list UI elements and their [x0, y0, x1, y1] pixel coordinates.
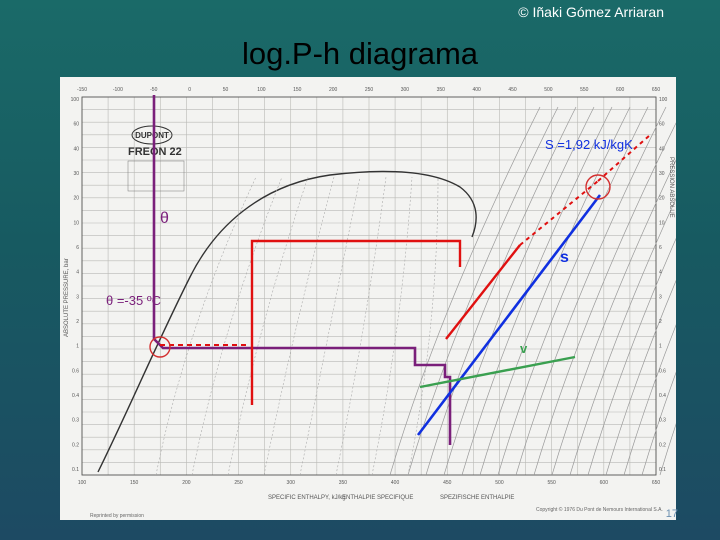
- top-tick-label: 350: [437, 87, 446, 93]
- right-tick-label: 0.2: [659, 442, 666, 448]
- footer-left: Reprinted by permission: [90, 513, 144, 519]
- top-tick-label: 300: [401, 87, 410, 93]
- top-tick-label: -150: [77, 87, 87, 93]
- right-tick-label: 0.4: [659, 393, 666, 399]
- bottom-tick-label: 150: [130, 480, 139, 486]
- right-tick-label: 30: [659, 171, 665, 177]
- left-tick-label: 0.2: [72, 442, 79, 448]
- top-tick-label: 450: [508, 87, 517, 93]
- theta-value-label: θ =-35 ºC: [106, 293, 161, 308]
- bottom-tick-label: 200: [182, 480, 191, 486]
- top-tick-label: 150: [293, 87, 302, 93]
- s-label: s: [560, 249, 569, 266]
- bottom-tick-label: 300: [287, 480, 296, 486]
- right-tick-label: 3: [659, 294, 662, 300]
- bottom-axis-label-mid: ENTHALPIE SPECIFIQUE: [342, 495, 413, 501]
- top-tick-label: 550: [580, 87, 589, 93]
- bottom-tick-label: 350: [339, 480, 348, 486]
- left-tick-label: 40: [73, 146, 79, 152]
- top-tick-label: 0: [188, 87, 191, 93]
- quality-lines: [155, 176, 439, 476]
- right-tick-label: 2: [659, 319, 662, 325]
- top-tick-label: 600: [616, 87, 625, 93]
- right-axis-label: PRESSION ABSOLUE: [668, 157, 674, 218]
- right-tick-label: 60: [659, 122, 665, 128]
- top-tick-label: -100: [113, 87, 123, 93]
- left-tick-label: 10: [73, 220, 79, 226]
- slide-number: 17: [665, 508, 678, 520]
- right-tick-label: 0.3: [659, 418, 666, 424]
- left-tick-label: 0.4: [72, 393, 79, 399]
- right-tick-label: 1: [659, 344, 662, 350]
- bottom-axis-ticks: 100 150 200 250 300 350 400 450 500 550 600 650: [78, 480, 661, 486]
- left-tick-label: 20: [73, 196, 79, 202]
- right-tick-label: 6: [659, 245, 662, 251]
- page-title: log.P-h diagrama: [241, 36, 479, 71]
- left-tick-label: 0.3: [72, 418, 79, 424]
- right-tick-label: 0.1: [659, 467, 666, 473]
- red-cycle-solid: [250, 239, 462, 405]
- top-tick-label: 500: [544, 87, 553, 93]
- left-axis-label: ABSOLUTE PRESSURE, bar: [64, 258, 70, 337]
- theta-label: θ: [160, 210, 169, 227]
- left-tick-label: 100: [71, 97, 80, 103]
- right-tick-label: 20: [659, 196, 665, 202]
- ph-diagram-svg: DUPONT FREON 22 ABSOLUTE PRESSURE, bar P…: [64, 87, 720, 519]
- bottom-axis-label-left: SPECIFIC ENTHALPY, kJ/kg: [268, 495, 346, 501]
- copyright-text: © Iñaki Gómez Arriaran: [518, 4, 664, 20]
- left-tick-label: 60: [73, 122, 79, 128]
- left-tick-label: 0.6: [72, 368, 79, 374]
- isentrope-lines: [389, 106, 720, 476]
- right-tick-label: 0.6: [659, 368, 666, 374]
- bottom-tick-label: 450: [443, 480, 452, 486]
- v-label: v: [520, 341, 528, 356]
- footer-right: Copyright © 1976 Du Pont de Nemours Inte…: [536, 506, 663, 513]
- top-tick-label: 100: [257, 87, 266, 93]
- left-axis-ticks: 100 60 40 30 20 10 6 4 3 2 1 0.6 0.4 0.3 0.2 0.1: [71, 97, 80, 473]
- right-tick-label: 4: [659, 270, 662, 276]
- bottom-tick-label: 500: [495, 480, 504, 486]
- bottom-tick-label: 250: [234, 480, 243, 486]
- top-tick-label: 50: [223, 87, 229, 93]
- right-tick-label: 100: [659, 97, 668, 103]
- left-tick-label: 4: [76, 270, 79, 276]
- svg-text:DUPONT: DUPONT: [135, 131, 169, 140]
- left-tick-label: 3: [76, 294, 79, 300]
- red-cycle-diagonal: [445, 244, 521, 340]
- entropy-value-label: S =1,92 kJ/kgK: [545, 137, 633, 152]
- left-tick-label: 1: [76, 344, 79, 350]
- top-tick-label: 650: [652, 87, 661, 93]
- top-tick-label: 250: [365, 87, 374, 93]
- top-tick-label: 400: [472, 87, 481, 93]
- left-tick-label: 0.1: [72, 467, 79, 473]
- ph-diagram: DUPONT FREON 22 ABSOLUTE PRESSURE, bar P…: [60, 77, 720, 520]
- bottom-tick-label: 600: [600, 480, 609, 486]
- top-tick-label: -50: [150, 87, 157, 93]
- left-tick-label: 2: [76, 319, 79, 325]
- bottom-tick-label: 100: [78, 480, 87, 486]
- bottom-axis-label-right: SPEZIFISCHE ENTHALPIE: [440, 495, 514, 501]
- bottom-tick-label: 650: [652, 480, 661, 486]
- freon-logo: DUPONT FREON 22: [127, 125, 185, 192]
- top-axis-ticks: -150 -100 -50 0 50 100 150 200 250 300 350 400 450 50…: [77, 87, 660, 93]
- top-tick-label: 200: [329, 87, 338, 93]
- bottom-tick-label: 550: [547, 480, 556, 486]
- right-tick-label: 10: [659, 220, 665, 226]
- right-tick-label: 40: [659, 146, 665, 152]
- bottom-tick-label: 400: [391, 480, 400, 486]
- left-tick-label: 30: [73, 171, 79, 177]
- left-tick-label: 6: [76, 245, 79, 251]
- blue-isentrope-line: [416, 194, 602, 436]
